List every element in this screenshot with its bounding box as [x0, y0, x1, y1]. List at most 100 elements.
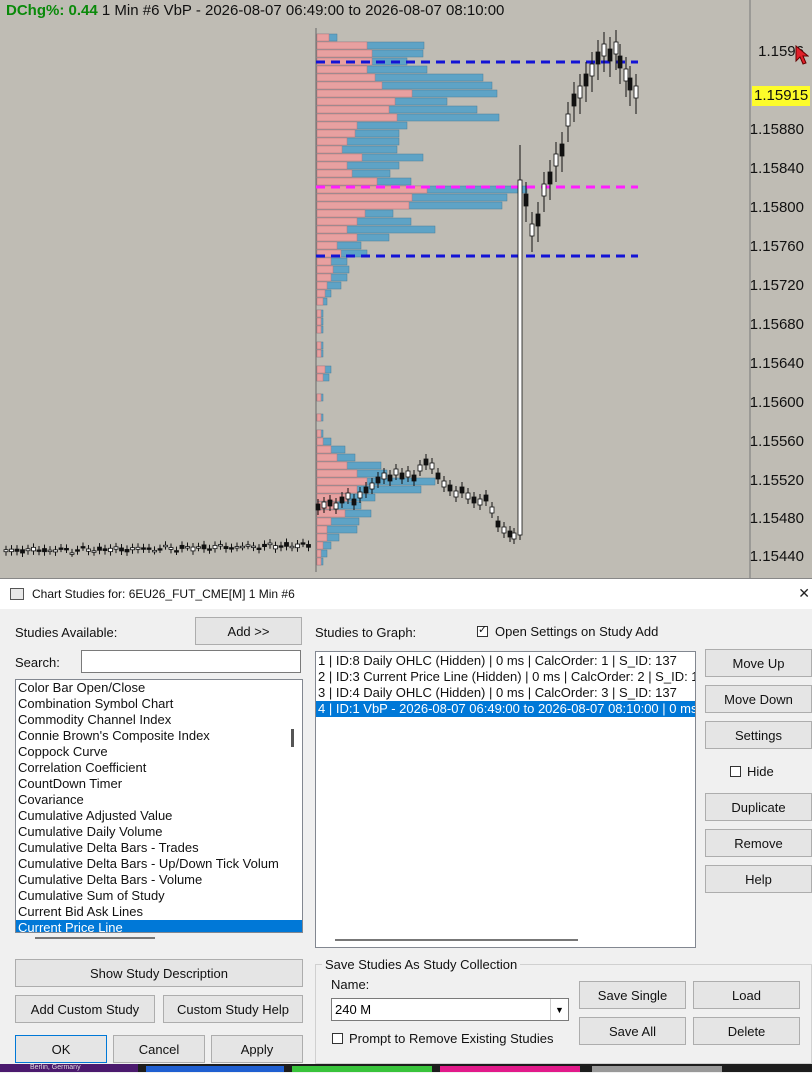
add-button[interactable]: Add >>: [195, 617, 302, 645]
cancel-button[interactable]: Cancel: [113, 1035, 205, 1063]
vbp-buy-bar: [316, 265, 334, 274]
show-study-description-button[interactable]: Show Study Description: [15, 959, 303, 987]
candle-body: [20, 549, 25, 554]
save-single-button[interactable]: Save Single: [579, 981, 686, 1009]
close-icon[interactable]: ✕: [798, 585, 810, 602]
vbp-buy-bar: [316, 225, 348, 234]
candle-body: [64, 548, 69, 551]
vbp-buy-bar: [316, 429, 322, 438]
candle-body: [262, 543, 267, 547]
available-study-item[interactable]: Cumulative Sum of Study: [16, 888, 302, 904]
taskbar-item-pink[interactable]: [440, 1066, 580, 1072]
graph-study-item[interactable]: 4 | ID:1 VbP - 2026-08-07 06:49:00 to 20…: [316, 701, 695, 717]
chevron-down-icon[interactable]: ▼: [550, 999, 568, 1020]
candle-body: [25, 548, 31, 552]
open-settings-label: Open Settings on Study Add: [495, 624, 659, 639]
name-label: Name:: [331, 977, 370, 992]
chart-area[interactable]: DChg%: 0.44 1 Min #6 VbP - 2026-08-07 06…: [0, 0, 812, 578]
vbp-buy-bar: [316, 393, 322, 402]
settings-button[interactable]: Settings: [705, 721, 812, 749]
available-study-item[interactable]: Current Bid Ask Lines: [16, 904, 302, 920]
taskbar-item-blue[interactable]: [146, 1066, 284, 1072]
candle-body: [623, 68, 629, 82]
delete-button[interactable]: Delete: [693, 1017, 800, 1045]
candle-body: [284, 542, 289, 547]
open-settings-checkbox[interactable]: [477, 623, 488, 637]
candle-body: [53, 549, 58, 553]
dialog-titlebar[interactable]: Chart Studies for: 6EU26_FUT_CME[M] 1 Mi…: [0, 579, 812, 609]
price-axis-label: 1.15760: [749, 238, 804, 255]
available-list-vscroll-thumb[interactable]: [291, 729, 294, 747]
available-list-hscroll-thumb[interactable]: [35, 937, 155, 939]
ok-button[interactable]: OK: [15, 1035, 107, 1063]
available-study-item[interactable]: Cumulative Delta Bars - Up/Down Tick Vol…: [16, 856, 302, 872]
candle-body: [589, 63, 595, 77]
vbp-buy-bar: [316, 49, 373, 58]
chart-canvas[interactable]: [0, 0, 812, 578]
studies-available-list[interactable]: Color Bar Open/Close Combination Symbol C…: [15, 679, 303, 933]
vbp-buy-bar: [316, 105, 390, 114]
taskbar-item-green[interactable]: [292, 1066, 432, 1072]
candle-body: [339, 496, 345, 504]
available-study-item[interactable]: Commodity Channel Index: [16, 712, 302, 728]
apply-button[interactable]: Apply: [211, 1035, 303, 1063]
graph-study-item[interactable]: 1 | ID:8 Daily OHLC (Hidden) | 0 ms | Ca…: [316, 653, 695, 669]
available-study-item[interactable]: Correlation Coefficient: [16, 760, 302, 776]
load-button[interactable]: Load: [693, 981, 800, 1009]
available-study-item[interactable]: Coppock Curve: [16, 744, 302, 760]
candle-body: [627, 77, 633, 91]
candle-body: [363, 486, 369, 494]
candle-body: [459, 486, 465, 494]
candle-body: [256, 547, 262, 550]
available-study-item[interactable]: Cumulative Delta Bars - Trades: [16, 840, 302, 856]
candle-body: [300, 542, 306, 545]
available-study-item[interactable]: Cumulative Delta Bars - Volume: [16, 872, 302, 888]
prompt-remove-label: Prompt to Remove Existing Studies: [349, 1031, 554, 1046]
remove-button[interactable]: Remove: [705, 829, 812, 857]
candle-body: [495, 520, 501, 528]
candle-body: [185, 546, 190, 549]
vbp-buy-bar: [316, 461, 348, 470]
help-button[interactable]: Help: [705, 865, 812, 893]
duplicate-button[interactable]: Duplicate: [705, 793, 812, 821]
taskbar-item-location[interactable]: Berlin, Germany: [0, 1064, 138, 1072]
candle-body: [345, 492, 351, 500]
hide-checkbox[interactable]: [730, 766, 741, 777]
vbp-buy-bar: [316, 153, 363, 162]
available-study-item[interactable]: Covariance: [16, 792, 302, 808]
graph-list-hscroll-thumb[interactable]: [335, 939, 578, 941]
vbp-buy-bar: [316, 541, 324, 550]
candle-body: [393, 468, 399, 476]
available-study-item[interactable]: Current Price Line: [16, 920, 302, 932]
move-down-button[interactable]: Move Down: [705, 685, 812, 713]
vbp-buy-bar: [316, 129, 356, 138]
available-study-item[interactable]: CountDown Timer: [16, 776, 302, 792]
custom-study-help-button[interactable]: Custom Study Help: [163, 995, 303, 1023]
name-combobox[interactable]: 240 M ▼: [331, 998, 569, 1021]
candle-body: [240, 545, 245, 549]
vbp-buy-bar: [316, 73, 376, 82]
studies-to-graph-list[interactable]: 1 | ID:8 Daily OHLC (Hidden) | 0 ms | Ca…: [315, 651, 696, 948]
graph-study-item[interactable]: 2 | ID:3 Current Price Line (Hidden) | 0…: [316, 669, 695, 685]
graph-study-item[interactable]: 3 | ID:4 Daily OHLC (Hidden) | 0 ms | Ca…: [316, 685, 695, 701]
vbp-buy-bar: [316, 469, 358, 478]
add-custom-study-button[interactable]: Add Custom Study: [15, 995, 155, 1023]
vbp-buy-bar: [316, 317, 322, 326]
taskbar-item-gray[interactable]: [592, 1066, 722, 1072]
prompt-remove-checkbox[interactable]: [332, 1033, 343, 1044]
vbp-buy-bar: [316, 209, 366, 218]
available-study-item[interactable]: Combination Symbol Chart: [16, 696, 302, 712]
window-icon: [10, 588, 24, 600]
candle-body: [351, 498, 357, 506]
available-study-item[interactable]: Cumulative Daily Volume: [16, 824, 302, 840]
search-input[interactable]: [81, 650, 301, 673]
candle-body: [507, 530, 513, 538]
available-study-item[interactable]: Cumulative Adjusted Value: [16, 808, 302, 824]
move-up-button[interactable]: Move Up: [705, 649, 812, 677]
available-study-item[interactable]: Color Bar Open/Close: [16, 680, 302, 696]
candle-body: [163, 544, 168, 548]
candle-body: [435, 472, 441, 480]
save-all-button[interactable]: Save All: [579, 1017, 686, 1045]
available-study-item[interactable]: Connie Brown's Composite Index: [16, 728, 302, 744]
candle-body: [245, 544, 251, 547]
